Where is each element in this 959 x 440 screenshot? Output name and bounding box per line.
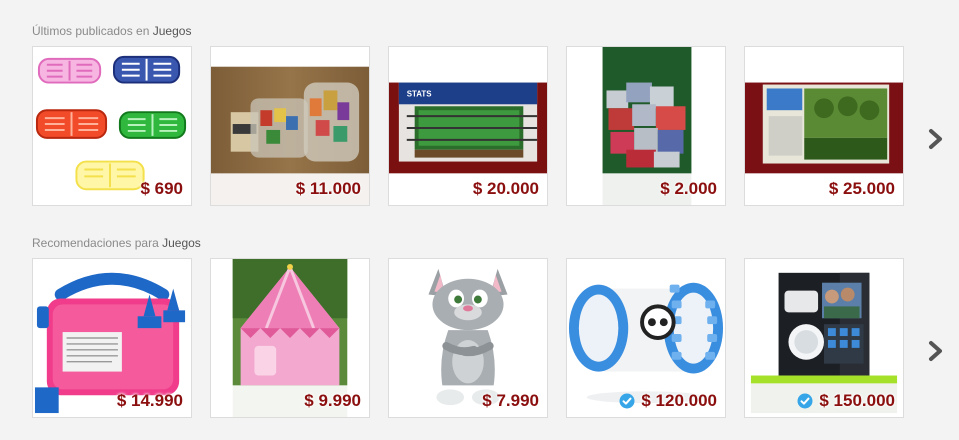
price-row: $ 120.000 <box>619 391 717 411</box>
price-label: $ 2.000 <box>660 179 717 198</box>
price-label: $ 120.000 <box>641 391 717 410</box>
product-card[interactable]: $ 11.000 <box>210 46 370 206</box>
price-label: $ 14.990 <box>116 391 183 410</box>
price-row: $ 7.990 <box>482 391 539 411</box>
price-row: $ 9.990 <box>304 391 361 411</box>
product-card[interactable]: $ 14.990 <box>32 258 192 418</box>
chevron-right-icon[interactable] <box>926 127 946 151</box>
product-card[interactable]: $ 120.000 <box>566 258 726 418</box>
product-card[interactable]: STATS $ 20.000 <box>388 46 548 206</box>
section-title-latest: Últimos publicados en Juegos <box>32 24 192 38</box>
price-row: $ 20.000 <box>473 179 539 199</box>
price-row: $ 25.000 <box>829 179 895 199</box>
section-category-link[interactable]: Juegos <box>153 24 192 38</box>
price-row: $ 150.000 <box>797 391 895 411</box>
price-row: $ 14.990 <box>117 391 183 411</box>
price-row: $ 11.000 <box>296 179 361 199</box>
price-row: $ 690 <box>140 179 183 199</box>
product-card[interactable]: $ 690 <box>32 46 192 206</box>
product-card[interactable]: $ 9.990 <box>210 258 370 418</box>
product-card[interactable]: $ 2.000 <box>566 46 726 206</box>
price-label: $ 690 <box>140 179 183 198</box>
product-card[interactable]: $ 150.000 <box>744 258 904 418</box>
price-row: $ 2.000 <box>660 179 717 199</box>
price-label: $ 20.000 <box>472 179 539 198</box>
price-label: $ 11.000 <box>295 179 361 198</box>
verified-check-icon <box>797 393 813 409</box>
section-category-link[interactable]: Juegos <box>162 236 201 250</box>
section-title-recommendations: Recomendaciones para Juegos <box>32 236 201 250</box>
price-label: $ 9.990 <box>304 391 361 410</box>
svg-text:STATS: STATS <box>407 89 432 98</box>
verified-check-icon <box>619 393 635 409</box>
chevron-right-icon[interactable] <box>926 339 946 363</box>
price-label: $ 25.000 <box>828 179 895 198</box>
product-card[interactable]: $ 25.000 <box>744 46 904 206</box>
price-label: $ 7.990 <box>482 391 539 410</box>
product-card[interactable]: $ 7.990 <box>388 258 548 418</box>
price-label: $ 150.000 <box>819 391 895 410</box>
